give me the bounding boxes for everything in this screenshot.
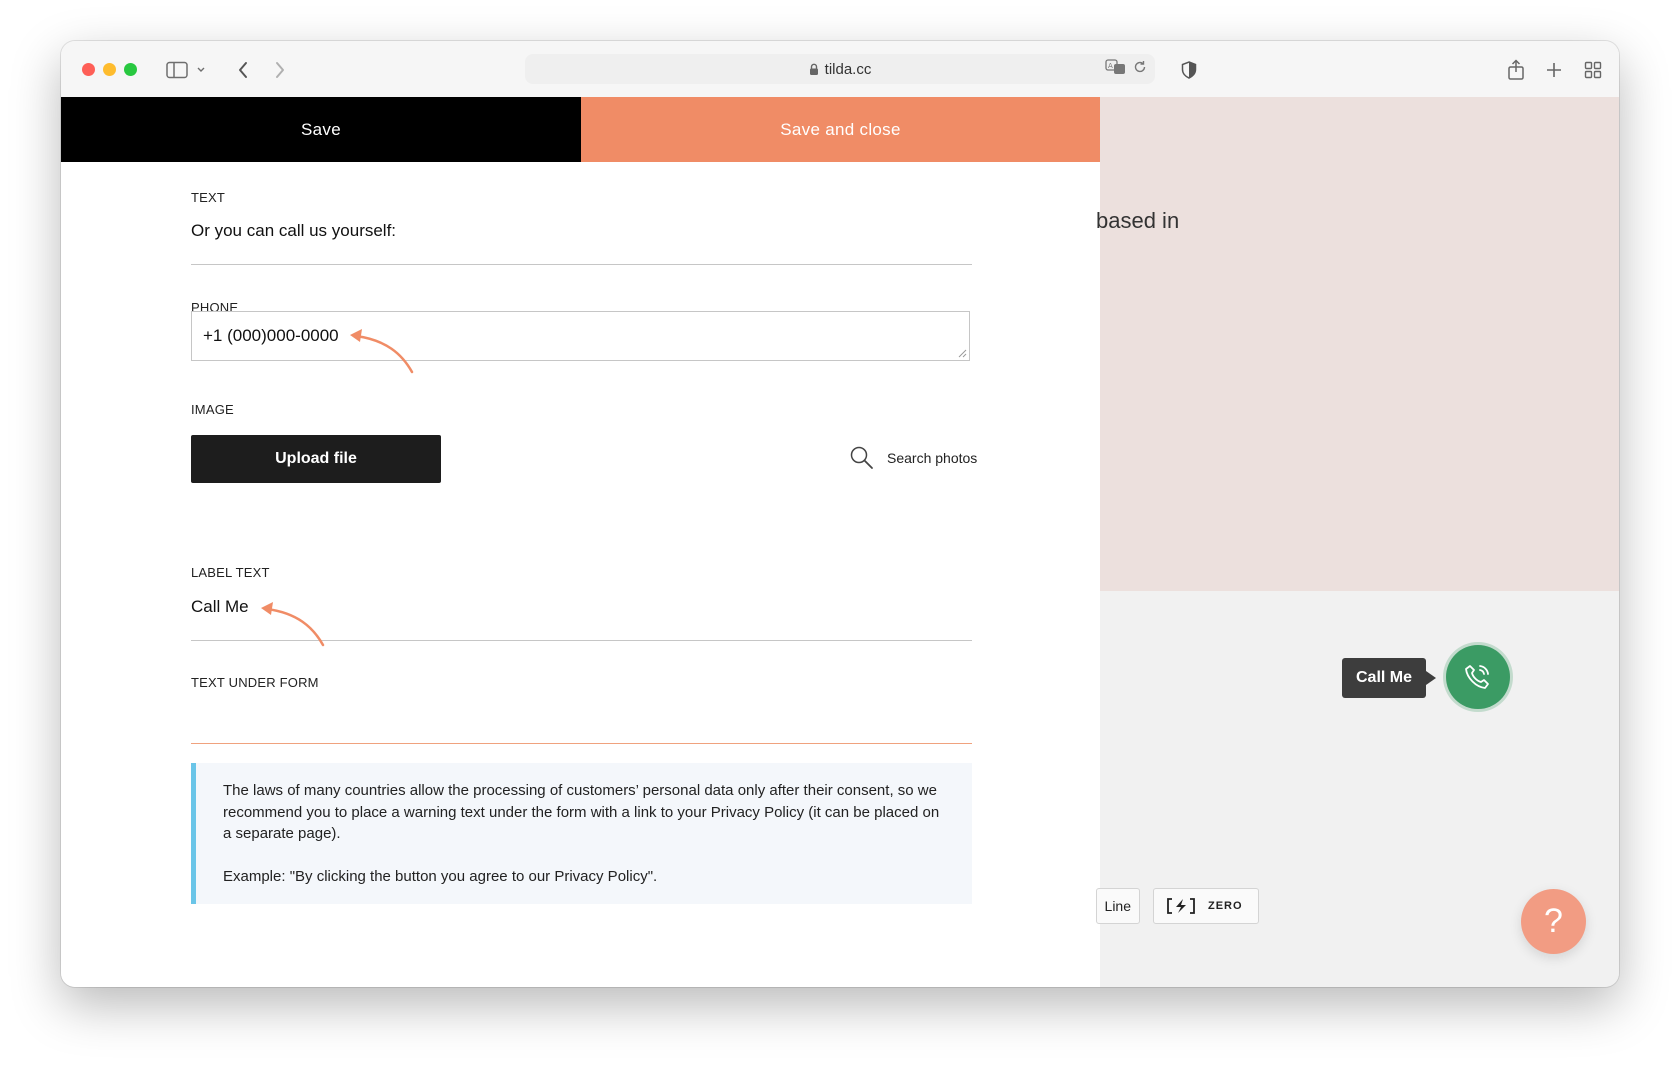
save-button[interactable]: Save: [61, 97, 581, 162]
search-photos-link[interactable]: Search photos: [849, 445, 977, 471]
image-field-label: IMAGE: [191, 402, 234, 417]
call-widget-button[interactable]: [1446, 645, 1510, 709]
sidebar-icon: [166, 61, 205, 79]
page-preview: based in Call Me Line ZERO ?: [1096, 97, 1619, 987]
phone-field-input[interactable]: +1 (000)000-0000: [191, 311, 970, 361]
zero-block-button[interactable]: ZERO: [1153, 888, 1259, 924]
share-icon: [1508, 59, 1524, 80]
phone-field-value: +1 (000)000-0000: [203, 326, 339, 345]
under-form-field-underline: [191, 743, 972, 744]
under-form-field-label: TEXT UNDER FORM: [191, 675, 319, 690]
line-block-button[interactable]: Line: [1096, 888, 1140, 924]
privacy-shield-button[interactable]: [1175, 56, 1203, 84]
sidebar-toggle-button[interactable]: [162, 56, 210, 84]
minimize-window-button[interactable]: [103, 63, 116, 76]
tab-overview-button[interactable]: [1579, 56, 1607, 84]
svg-text:A: A: [1108, 62, 1113, 70]
label-arrow-icon: [261, 602, 325, 647]
resize-handle-icon[interactable]: [958, 349, 967, 358]
help-icon: ?: [1544, 902, 1563, 940]
zero-block-icon: [1167, 898, 1195, 914]
zero-block-label: ZERO: [1208, 900, 1243, 912]
privacy-notice-text: The laws of many countries allow the pro…: [223, 782, 940, 842]
search-photos-label: Search photos: [887, 450, 978, 466]
upload-file-button[interactable]: Upload file: [191, 435, 441, 483]
label-text-field-label: LABEL TEXT: [191, 565, 270, 580]
share-button[interactable]: [1502, 56, 1530, 84]
chevron-right-icon: [276, 62, 284, 78]
grid-icon: [1584, 61, 1602, 79]
text-field-input[interactable]: Or you can call us yourself:: [191, 221, 396, 241]
reload-icon[interactable]: [1133, 60, 1147, 74]
forward-button[interactable]: [266, 56, 294, 84]
preview-partial-text: based in: [1096, 208, 1180, 233]
zoom-window-button[interactable]: [124, 63, 137, 76]
line-block-label: Line: [1104, 898, 1131, 914]
phone-call-icon: [1465, 665, 1489, 689]
privacy-notice-example: Example: "By clicking the button you agr…: [223, 867, 658, 885]
translate-icon[interactable]: A: [1105, 58, 1127, 76]
help-button[interactable]: ?: [1521, 889, 1586, 954]
text-field-underline: [191, 264, 972, 265]
back-button[interactable]: [229, 56, 257, 84]
text-field-label: TEXT: [191, 190, 226, 205]
privacy-notice: The laws of many countries allow the pro…: [191, 763, 972, 904]
browser-window: tilda.cc A Save Save and close TEXT Or y…: [61, 41, 1619, 987]
label-text-field-input[interactable]: Call Me: [191, 597, 249, 617]
call-me-label[interactable]: Call Me: [1342, 658, 1436, 698]
save-and-close-button[interactable]: Save and close: [581, 97, 1100, 162]
browser-toolbar: tilda.cc A: [61, 41, 1619, 98]
new-tab-button[interactable]: [1540, 56, 1568, 84]
block-settings-panel: Save Save and close TEXT Or you can call…: [61, 97, 1100, 987]
phone-arrow-icon: [350, 329, 414, 374]
shield-icon: [1181, 61, 1197, 79]
search-icon: [850, 446, 873, 469]
preview-hero-block: based in: [1096, 97, 1619, 591]
plus-icon: [1547, 63, 1561, 77]
lock-icon: [809, 63, 818, 75]
close-window-button[interactable]: [82, 63, 95, 76]
chevron-left-icon: [239, 62, 247, 78]
url-text: tilda.cc: [824, 60, 872, 78]
address-bar[interactable]: tilda.cc A: [525, 54, 1155, 84]
